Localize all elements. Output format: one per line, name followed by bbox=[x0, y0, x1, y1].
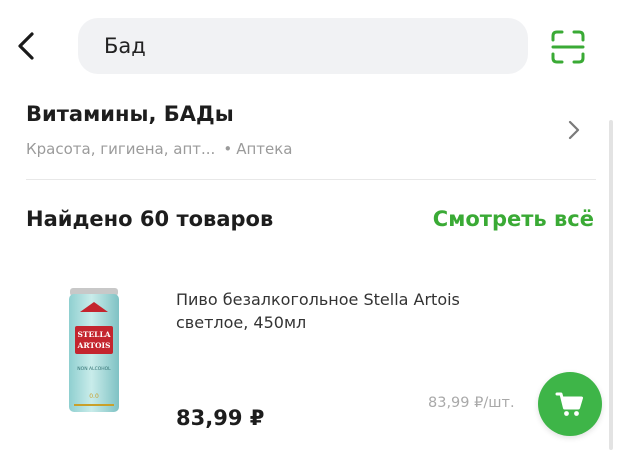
chevron-left-icon bbox=[18, 32, 34, 60]
category-section: Аптека bbox=[236, 140, 293, 158]
can-tag: NON ALCOHOL bbox=[77, 366, 111, 372]
product-name[interactable]: Пиво безалкогольное Stella Artois светло… bbox=[176, 288, 496, 334]
category-row-vitamins[interactable]: Витамины, БАДы Красота, гигиена, апт... •… bbox=[0, 92, 610, 178]
product-card[interactable]: STELLA ARTOIS NON ALCOHOL 0.0 Пиво безал… bbox=[0, 268, 610, 450]
unit-price: 83,99 ₽/шт. bbox=[428, 395, 515, 411]
can-brand-line1: STELLA bbox=[77, 330, 110, 339]
cart-icon bbox=[555, 392, 583, 416]
category-subtitle: Красота, гигиена, апт... • Аптека bbox=[26, 140, 292, 158]
product-image[interactable]: STELLA ARTOIS NON ALCOHOL 0.0 bbox=[66, 282, 122, 418]
product-price: 83,99 ₽ bbox=[176, 406, 265, 430]
results-count: Найдено 60 товаров bbox=[26, 207, 274, 231]
can-abv: 0.0 bbox=[89, 393, 99, 400]
see-all-link[interactable]: Смотреть всё bbox=[433, 207, 594, 231]
search-input[interactable] bbox=[78, 34, 528, 58]
back-button[interactable] bbox=[10, 26, 42, 66]
search-box[interactable] bbox=[78, 18, 528, 74]
category-separator: • bbox=[223, 140, 233, 158]
add-to-cart-button[interactable] bbox=[538, 372, 602, 436]
barcode-scan-icon bbox=[551, 30, 585, 64]
scan-button[interactable] bbox=[548, 27, 588, 67]
category-path: Красота, гигиена, апт... bbox=[26, 140, 216, 158]
divider bbox=[26, 179, 596, 180]
can-brand-line2: ARTOIS bbox=[77, 341, 111, 350]
category-title: Витамины, БАДы bbox=[26, 102, 234, 126]
scrollbar[interactable] bbox=[609, 120, 613, 450]
chevron-right-icon bbox=[568, 120, 580, 140]
